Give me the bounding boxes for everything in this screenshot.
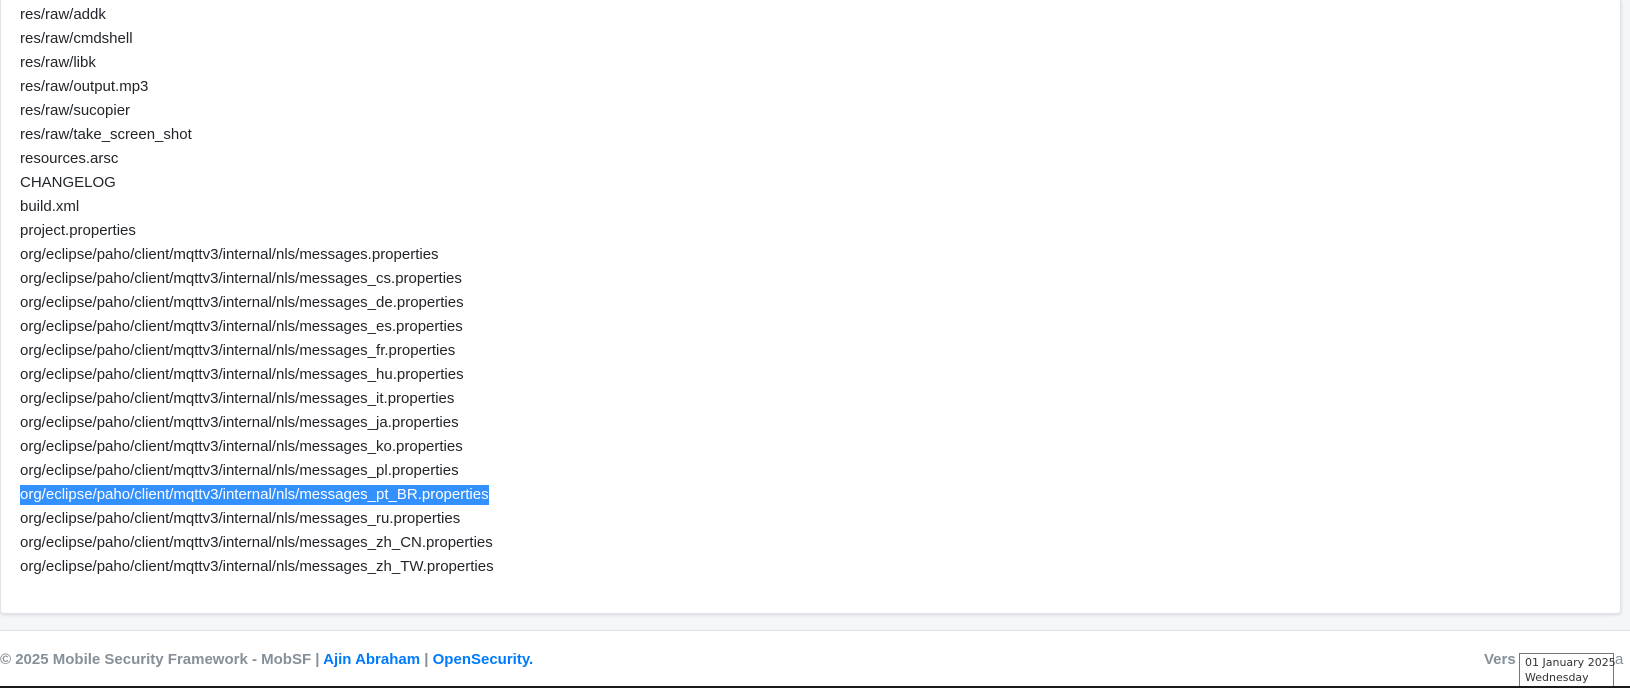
file-path: org/eclipse/paho/client/mqttv3/internal/… [20,534,493,551]
file-list-item: org/eclipse/paho/client/mqttv3/internal/… [20,315,494,339]
file-path: org/eclipse/paho/client/mqttv3/internal/… [20,294,464,311]
date-tooltip: 01 January 2025 Wednesday [1519,653,1616,687]
file-list: res/raw/addk res/raw/cmdshell res/raw/libk… [20,3,494,579]
file-list-item: org/eclipse/paho/client/mqttv3/internal/… [20,555,494,579]
file-path: org/eclipse/paho/client/mqttv3/internal/… [20,270,462,287]
file-path: res/raw/libk [20,54,96,71]
file-list-item: org/eclipse/paho/client/mqttv3/internal/… [20,507,494,531]
file-list-item: res/raw/sucopier [20,99,494,123]
author-link[interactable]: Ajin Abraham [323,651,420,668]
file-path: build.xml [20,198,80,215]
file-list-item: CHANGELOG [20,171,494,195]
file-list-item: org/eclipse/paho/client/mqttv3/internal/… [20,339,494,363]
page: res/raw/addk res/raw/cmdshell res/raw/libk… [0,0,1630,688]
file-path: org/eclipse/paho/client/mqttv3/internal/… [20,462,459,479]
file-path: org/eclipse/paho/client/mqttv3/internal/… [20,342,456,359]
files-card: res/raw/addk res/raw/cmdshell res/raw/libk… [0,0,1621,614]
footer-version: Vers a [1484,651,1623,668]
file-list-item: org/eclipse/paho/client/mqttv3/internal/… [20,483,494,507]
file-list-item: org/eclipse/paho/client/mqttv3/internal/… [20,411,494,435]
file-path: org/eclipse/paho/client/mqttv3/internal/… [20,414,459,431]
file-list-item: build.xml [20,195,494,219]
file-list-item: org/eclipse/paho/client/mqttv3/internal/… [20,435,494,459]
file-list-item: res/raw/output.mp3 [20,75,494,99]
file-path: res/raw/sucopier [20,102,131,119]
tooltip-date: 01 January 2025 [1525,656,1616,669]
file-list-item: res/raw/cmdshell [20,27,494,51]
file-path: org/eclipse/paho/client/mqttv3/internal/… [20,246,439,263]
file-path: org/eclipse/paho/client/mqttv3/internal/… [20,438,463,455]
opensecurity-link[interactable]: OpenSecurity. [433,651,534,668]
file-path: res/raw/addk [20,6,106,23]
file-path: org/eclipse/paho/client/mqttv3/internal/… [20,485,489,505]
file-list-item: res/raw/addk [20,3,494,27]
footer: © 2025 Mobile Security Framework - MobSF… [0,630,1630,688]
file-path: org/eclipse/paho/client/mqttv3/internal/… [20,318,463,335]
file-path: res/raw/output.mp3 [20,78,149,95]
file-path: CHANGELOG [20,174,116,191]
file-list-item: res/raw/take_screen_shot [20,123,494,147]
version-label: Vers [1484,651,1516,668]
footer-copyright: © 2025 Mobile Security Framework - MobSF… [0,651,320,668]
file-path: resources.arsc [20,150,119,167]
file-list-item: resources.arsc [20,147,494,171]
file-list-item: org/eclipse/paho/client/mqttv3/internal/… [20,291,494,315]
file-list-item: org/eclipse/paho/client/mqttv3/internal/… [20,363,494,387]
file-path: project.properties [20,222,136,239]
footer-separator: | [424,651,429,668]
file-list-item: res/raw/libk [20,51,494,75]
file-path: org/eclipse/paho/client/mqttv3/internal/… [20,390,455,407]
file-list-item: org/eclipse/paho/client/mqttv3/internal/… [20,531,494,555]
file-list-item: org/eclipse/paho/client/mqttv3/internal/… [20,267,494,291]
file-path: org/eclipse/paho/client/mqttv3/internal/… [20,558,494,575]
tooltip-weekday: Wednesday [1525,671,1589,684]
file-path: org/eclipse/paho/client/mqttv3/internal/… [20,366,464,383]
file-list-item: org/eclipse/paho/client/mqttv3/internal/… [20,387,494,411]
file-path: org/eclipse/paho/client/mqttv3/internal/… [20,510,461,527]
file-path: res/raw/cmdshell [20,30,133,47]
version-tail: a [1615,651,1624,668]
file-path: res/raw/take_screen_shot [20,126,192,143]
file-list-item: org/eclipse/paho/client/mqttv3/internal/… [20,243,494,267]
footer-credits: © 2025 Mobile Security Framework - MobSF… [0,651,533,668]
file-list-item: project.properties [20,219,494,243]
file-list-item: org/eclipse/paho/client/mqttv3/internal/… [20,459,494,483]
